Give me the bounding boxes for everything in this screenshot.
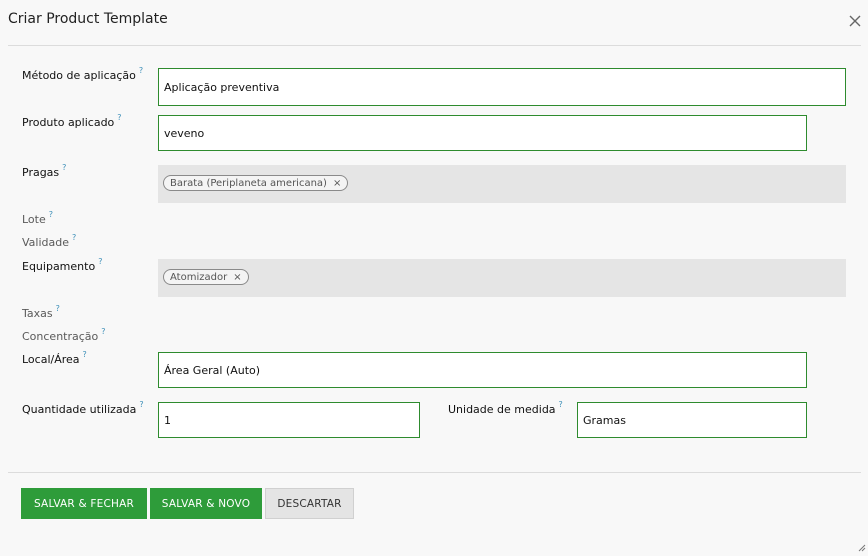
- footer-divider: [8, 472, 861, 473]
- header-divider: [8, 45, 861, 46]
- help-icon[interactable]: ?: [101, 327, 105, 336]
- equipamento-tag: Atomizador ×: [163, 269, 249, 285]
- quantidade-label: Quantidade utilizada?: [22, 400, 144, 416]
- tag-label: Atomizador: [170, 271, 228, 283]
- save-close-button[interactable]: SALVAR & FECHAR: [21, 488, 147, 519]
- produto-label: Produto aplicado?: [22, 113, 122, 129]
- help-icon[interactable]: ?: [49, 210, 53, 219]
- pragas-label: Pragas?: [22, 163, 67, 179]
- discard-button[interactable]: DESCARTAR: [265, 488, 354, 519]
- save-new-button[interactable]: SALVAR & NOVO: [150, 488, 262, 519]
- local-field[interactable]: Área Geral (Auto): [158, 352, 807, 388]
- help-icon[interactable]: ?: [56, 304, 60, 313]
- validade-label: Validade?: [22, 233, 77, 249]
- unidade-field[interactable]: Gramas: [577, 402, 807, 438]
- metodo-label: Método de aplicação?: [22, 66, 144, 82]
- local-label: Local/Área?: [22, 350, 87, 366]
- pragas-tag: Barata (Periplaneta americana) ×: [163, 175, 349, 191]
- dialog-title: Criar Product Template: [8, 11, 168, 27]
- resize-handle-icon[interactable]: [858, 537, 866, 552]
- help-icon[interactable]: ?: [62, 163, 66, 172]
- local-value: Área Geral (Auto): [164, 363, 261, 377]
- lote-label: Lote?: [22, 210, 53, 226]
- quantidade-field[interactable]: 1: [158, 402, 420, 438]
- taxas-label: Taxas?: [22, 304, 60, 320]
- close-icon[interactable]: [847, 13, 863, 29]
- help-icon[interactable]: ?: [72, 233, 76, 242]
- metodo-value: Aplicação preventiva: [164, 80, 280, 94]
- remove-tag-icon[interactable]: ×: [233, 272, 241, 283]
- quantidade-value: 1: [164, 413, 171, 427]
- create-template-dialog: Criar Product Template Método de aplicaç…: [0, 0, 868, 552]
- tag-label: Barata (Periplaneta americana): [170, 177, 327, 189]
- help-icon[interactable]: ?: [139, 66, 143, 75]
- equipamento-label: Equipamento?: [22, 257, 103, 273]
- metodo-field[interactable]: Aplicação preventiva: [158, 68, 846, 106]
- help-icon[interactable]: ?: [83, 350, 87, 359]
- help-icon[interactable]: ?: [117, 113, 121, 122]
- help-icon[interactable]: ?: [559, 400, 563, 409]
- pragas-tag-field[interactable]: Barata (Periplaneta americana) ×: [158, 165, 846, 203]
- produto-field[interactable]: veveno: [158, 115, 807, 151]
- equipamento-tag-field[interactable]: Atomizador ×: [158, 259, 846, 297]
- help-icon[interactable]: ?: [98, 257, 102, 266]
- remove-tag-icon[interactable]: ×: [333, 178, 341, 189]
- produto-value: veveno: [164, 126, 205, 140]
- concentracao-label: Concentração?: [22, 327, 106, 343]
- unidade-value: Gramas: [583, 413, 626, 427]
- help-icon[interactable]: ?: [139, 400, 143, 409]
- unidade-label: Unidade de medida?: [448, 400, 563, 416]
